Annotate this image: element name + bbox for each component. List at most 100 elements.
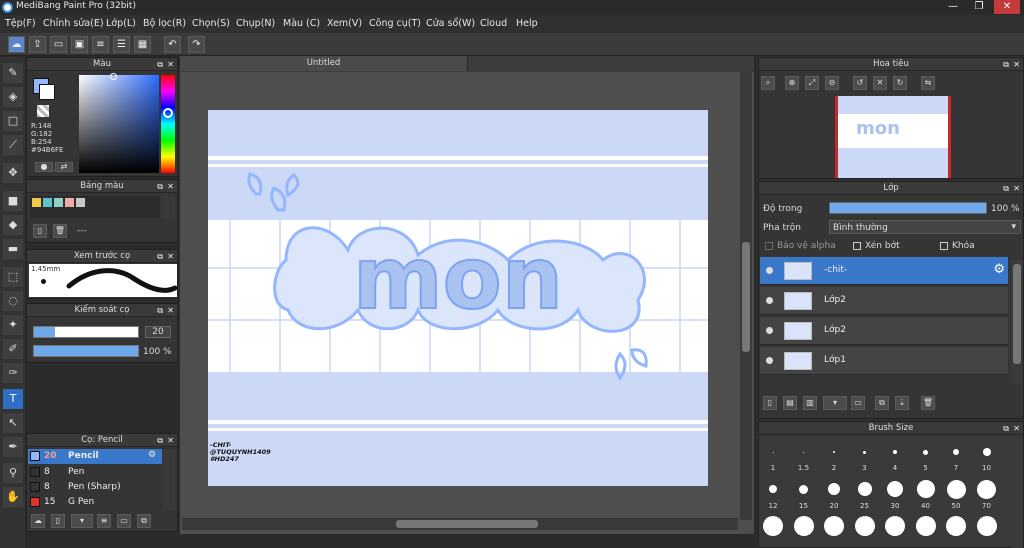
menu-window[interactable]: Cửa sổ(W) [426, 18, 475, 29]
brush-size-dot[interactable] [885, 516, 905, 536]
add-layer-menu-icon[interactable]: ▾ [823, 396, 847, 410]
menu-view[interactable]: Xem(V) [327, 18, 362, 29]
tab-untitled[interactable]: Untitled [180, 56, 468, 71]
actual-size-icon[interactable]: ⤢ [805, 76, 819, 90]
brush-size-dot[interactable] [793, 516, 814, 536]
panel-close-icon[interactable]: ✕ [1013, 182, 1020, 195]
brush-size-dot[interactable] [916, 480, 935, 498]
layer-row-lop2[interactable]: Lớp2 [760, 287, 1008, 315]
hue-slider[interactable] [161, 75, 175, 173]
menu-cloud[interactable]: Cloud [480, 18, 507, 29]
menu-color[interactable]: Màu (C) [283, 18, 320, 29]
layer-opacity-slider[interactable] [829, 202, 987, 214]
brush-size-dot[interactable] [982, 448, 991, 456]
select-rect-tool-icon[interactable]: ⬚ [3, 267, 23, 287]
cloud-icon[interactable]: ☁ [8, 36, 25, 53]
artwork-canvas[interactable]: mon -CHIT- @TUQUYNH1409 #HD247 [208, 110, 708, 486]
brush-cloud-icon[interactable]: ☁ [31, 514, 45, 528]
horizontal-scroll-thumb[interactable] [396, 520, 538, 528]
brush-size-dot[interactable] [833, 451, 835, 453]
select-pen-tool-icon[interactable]: ✐ [3, 339, 23, 359]
dropper-brush-icon[interactable]: ✒ [3, 437, 23, 457]
brush-item-pen[interactable]: 8 Pen [28, 465, 162, 480]
palette-swatch[interactable] [32, 198, 41, 207]
grid-icon[interactable]: ▦ [134, 36, 151, 53]
menu-layer[interactable]: Lớp(L) [106, 18, 136, 29]
brush-size-dot[interactable] [976, 516, 997, 536]
menu-file[interactable]: Tệp(F) [5, 18, 36, 29]
redo-icon[interactable]: ↷ [188, 36, 205, 53]
brush-size-dot[interactable] [977, 479, 996, 499]
text-tool-icon[interactable]: T [3, 389, 23, 409]
fit-window-icon[interactable]: ✕ [873, 76, 887, 90]
new-palette-icon[interactable]: ▯ [33, 224, 47, 238]
canvas-vertical-scrollbar[interactable] [740, 72, 752, 520]
eraser-tool-icon[interactable]: ◈ [3, 87, 23, 107]
brush-size-dot[interactable] [946, 516, 966, 536]
select-eraser-tool-icon[interactable]: ✑ [3, 363, 23, 383]
gear-icon[interactable]: ⚙ [993, 262, 1005, 277]
rotate-left-icon[interactable]: ↺ [853, 76, 867, 90]
visibility-icon[interactable] [766, 267, 773, 274]
saturation-value-picker[interactable] [79, 73, 159, 173]
brush-copy-icon[interactable]: ⧉ [137, 514, 151, 528]
visibility-icon[interactable] [766, 297, 773, 304]
vertical-scroll-thumb[interactable] [742, 242, 750, 352]
undock-icon[interactable]: ⧉ [157, 304, 163, 317]
palette-swatch[interactable] [54, 198, 63, 207]
new-halftone-layer-icon[interactable]: ▤ [783, 396, 797, 410]
layer-list-scrollbar[interactable] [1011, 260, 1023, 384]
magic-wand-tool-icon[interactable]: ✦ [3, 315, 23, 335]
brush-size-dot[interactable] [863, 450, 866, 454]
undock-icon[interactable]: ⧉ [157, 250, 163, 263]
blend-mode-select[interactable]: Bình thường ▾ [829, 220, 1021, 234]
brush-size-value[interactable]: 20 [145, 326, 171, 338]
close-button[interactable]: ✕ [994, 0, 1020, 14]
gear-icon[interactable]: ⚙ [148, 450, 156, 460]
palette-scrollbar[interactable] [163, 196, 175, 218]
brush-item-pencil[interactable]: 20 Pencil ⚙ [28, 449, 162, 464]
visibility-icon[interactable] [766, 357, 773, 364]
delete-palette-icon[interactable]: 🗑 [53, 224, 67, 238]
layer-row-lop2-copy[interactable]: Lớp2 [760, 317, 1008, 345]
merge-layer-icon[interactable]: ⇣ [895, 396, 909, 410]
brush-size-scrollbar[interactable] [1011, 436, 1023, 548]
undock-icon[interactable]: ⧉ [1003, 182, 1009, 195]
brush-size-dot[interactable] [769, 485, 777, 493]
brush-size-dot[interactable] [893, 450, 897, 454]
brush-tool-icon[interactable]: ✎ [3, 63, 23, 83]
menu-help[interactable]: Help [516, 18, 538, 29]
brush-size-dot[interactable] [763, 516, 783, 536]
undock-icon[interactable]: ⧉ [1003, 422, 1009, 435]
palette-swatch[interactable] [65, 198, 74, 207]
move-tool-icon[interactable]: ✥ [3, 163, 23, 183]
list-icon[interactable]: ☰ [113, 36, 130, 53]
brush-opacity-slider[interactable] [33, 345, 139, 357]
brush-size-dot[interactable] [828, 483, 840, 495]
undock-icon[interactable]: ⧉ [1003, 58, 1009, 71]
lock-checkbox[interactable] [940, 242, 948, 250]
layer-row-chit[interactable]: -chit- ⚙ [760, 257, 1008, 285]
delete-layer-icon[interactable]: 🗑 [921, 396, 935, 410]
layer-folder-icon[interactable]: ▭ [851, 396, 865, 410]
panel-close-icon[interactable]: ✕ [167, 434, 174, 447]
panel-close-icon[interactable]: ✕ [1013, 58, 1020, 71]
gradient-tool-icon[interactable]: ▬ [3, 239, 23, 259]
color-add-icon[interactable]: ● [35, 162, 53, 172]
operation-tool-icon[interactable]: ↖ [3, 413, 23, 433]
layer-scroll-thumb[interactable] [1013, 264, 1021, 364]
undock-icon[interactable]: ⧉ [157, 58, 163, 71]
new-1bit-layer-icon[interactable]: ▥ [803, 396, 817, 410]
new-layer-icon[interactable]: ▯ [763, 396, 777, 410]
rectangle-tool-icon[interactable]: □ [3, 111, 23, 131]
menu-filter[interactable]: Bộ lọc(R) [143, 18, 186, 29]
panel-close-icon[interactable]: ✕ [167, 180, 174, 193]
clip-checkbox[interactable] [853, 242, 861, 250]
brush-item-g-pen[interactable]: 15 G Pen [28, 495, 162, 510]
navigator-thumbnail[interactable]: mon [835, 96, 951, 178]
undo-icon[interactable]: ↶ [164, 36, 181, 53]
brush-size-dot[interactable] [803, 451, 804, 453]
restore-button[interactable]: ❐ [966, 0, 992, 14]
brush-add-icon[interactable]: ▾ [71, 514, 93, 528]
canvas-icon[interactable]: ▣ [71, 36, 88, 53]
